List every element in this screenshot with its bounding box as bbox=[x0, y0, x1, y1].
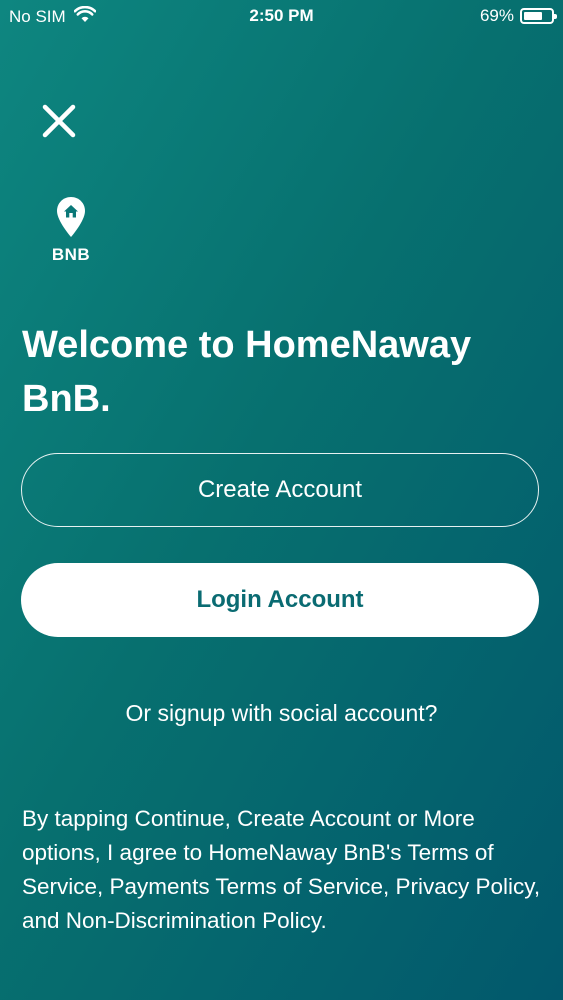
welcome-title: Welcome to HomeNaway BnB. bbox=[22, 324, 472, 420]
clock: 2:50 PM bbox=[249, 6, 314, 25]
terms-text: By tapping Continue, Create Account or M… bbox=[22, 806, 541, 933]
battery-percent: 69% bbox=[479, 6, 514, 25]
battery-level bbox=[524, 12, 542, 20]
close-icon bbox=[42, 104, 76, 138]
status-right: 69% bbox=[479, 6, 557, 26]
app-logo: BNB bbox=[46, 196, 96, 265]
home-location-pin-icon bbox=[57, 197, 85, 237]
login-account-button[interactable]: Login Account bbox=[21, 563, 539, 637]
social-signup-link[interactable]: Or signup with social account? bbox=[0, 700, 563, 727]
close-button[interactable] bbox=[38, 100, 80, 142]
logo-text: BNB bbox=[51, 245, 91, 264]
status-bar: No SIM 2:50 PM 69% bbox=[0, 0, 563, 32]
battery-icon bbox=[520, 8, 557, 24]
create-account-button[interactable]: Create Account bbox=[21, 453, 539, 527]
